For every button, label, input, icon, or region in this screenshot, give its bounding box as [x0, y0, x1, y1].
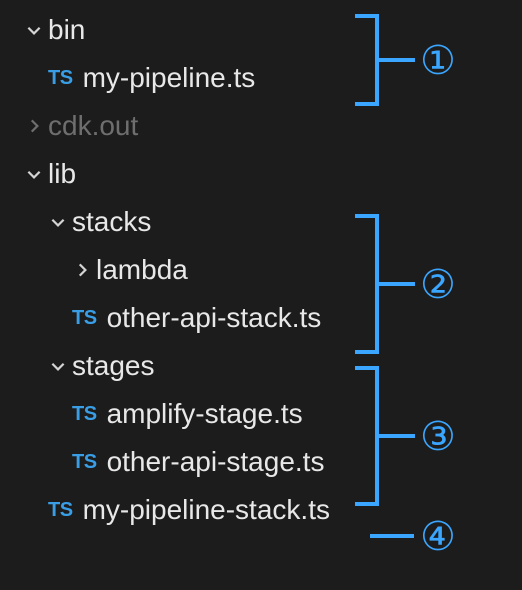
folder-label: bin — [48, 14, 85, 46]
folder-lib[interactable]: lib — [0, 150, 522, 198]
folder-label: lib — [48, 158, 76, 190]
ts-icon: TS — [48, 67, 73, 90]
ts-icon: TS — [72, 307, 97, 330]
file-label: other-api-stage.ts — [107, 446, 325, 478]
file-label: amplify-stage.ts — [107, 398, 303, 430]
file-tree: bin TS my-pipeline.ts cdk.out lib stacks… — [0, 0, 522, 540]
chevron-right-icon — [68, 261, 96, 279]
chevron-down-icon — [44, 213, 72, 231]
chevron-down-icon — [20, 21, 48, 39]
chevron-right-icon — [20, 117, 48, 135]
folder-label: lambda — [96, 254, 188, 286]
folder-stacks[interactable]: stacks — [0, 198, 522, 246]
folder-stages[interactable]: stages — [0, 342, 522, 390]
file-label: other-api-stack.ts — [107, 302, 322, 334]
folder-lambda[interactable]: lambda — [0, 246, 522, 294]
chevron-down-icon — [44, 357, 72, 375]
file-label: my-pipeline.ts — [83, 62, 256, 94]
chevron-down-icon — [20, 165, 48, 183]
folder-cdk-out[interactable]: cdk.out — [0, 102, 522, 150]
file-other-api-stage[interactable]: TS other-api-stage.ts — [0, 438, 522, 486]
folder-label: stacks — [72, 206, 151, 238]
file-label: my-pipeline-stack.ts — [83, 494, 330, 526]
folder-label: stages — [72, 350, 155, 382]
file-other-api-stack[interactable]: TS other-api-stack.ts — [0, 294, 522, 342]
ts-icon: TS — [48, 499, 73, 522]
file-my-pipeline-stack[interactable]: TS my-pipeline-stack.ts — [0, 486, 522, 534]
ts-icon: TS — [72, 451, 97, 474]
file-amplify-stage[interactable]: TS amplify-stage.ts — [0, 390, 522, 438]
folder-label: cdk.out — [48, 110, 138, 142]
file-my-pipeline[interactable]: TS my-pipeline.ts — [0, 54, 522, 102]
folder-bin[interactable]: bin — [0, 6, 522, 54]
ts-icon: TS — [72, 403, 97, 426]
